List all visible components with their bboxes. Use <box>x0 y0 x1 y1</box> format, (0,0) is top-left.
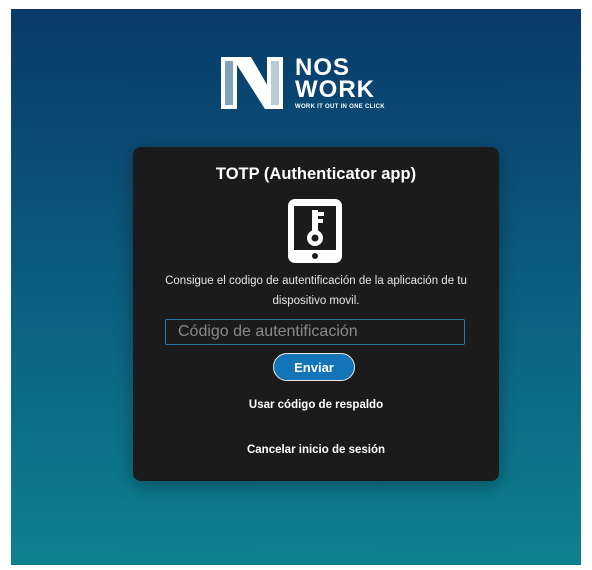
card-description: Consigue el codigo de autentificación de… <box>165 275 467 307</box>
cancel-login-link[interactable]: Cancelar inicio de sesión <box>133 444 499 456</box>
brand-logo: NOS WORK WORK IT OUT IN ONE CLICK <box>217 53 427 113</box>
submit-button[interactable]: Enviar <box>273 353 355 381</box>
nos-work-n-logo-icon <box>221 57 283 109</box>
card-title: TOTP (Authenticator app) <box>215 165 417 183</box>
brand-name-line2: WORK <box>295 75 375 103</box>
brand-tagline: WORK IT OUT IN ONE CLICK <box>295 103 385 110</box>
login-background: NOS WORK WORK IT OUT IN ONE CLICK TOTP (… <box>11 9 581 565</box>
auth-code-input[interactable] <box>165 319 465 345</box>
use-backup-code-link[interactable]: Usar código de respaldo <box>133 399 499 411</box>
totp-card: TOTP (Authenticator app) Consigue el cod… <box>133 147 499 481</box>
phone-key-icon <box>288 199 342 263</box>
